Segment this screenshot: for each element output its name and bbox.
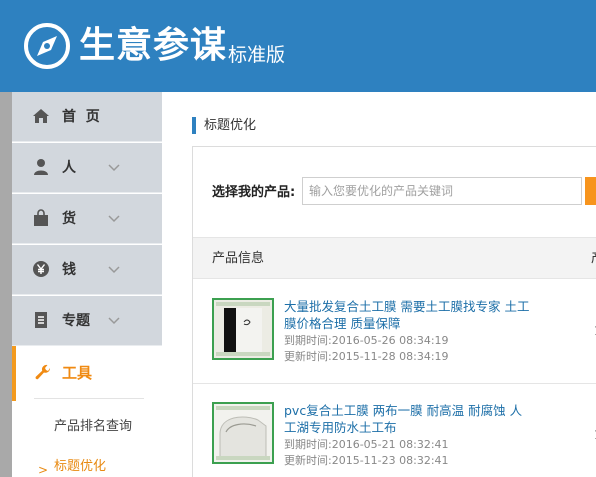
left-edge-strip [0,92,12,477]
sidebar: 首 页 人 货 钱 专题 工具 产品排名查询 > 标题优化 [12,92,162,477]
person-icon [34,159,48,175]
document-icon [35,312,47,328]
divider [34,398,144,399]
sidebar-item-people[interactable]: 人 [12,143,162,193]
subnav-title-optimization[interactable]: 标题优化 [54,458,106,476]
bag-icon [34,209,48,226]
chevron-down-icon [108,164,120,172]
product-image [214,404,272,462]
brand-title: 生意参谋 [79,25,228,66]
product-thumbnail[interactable] [212,402,274,464]
wrench-icon [35,364,51,380]
sidebar-item-label: 钱 [62,262,76,278]
product-title-link[interactable]: 大量批发复合土工膜 需要土工膜找专家 土工膜价格合理 质量保障 [284,298,534,332]
main-content: 标题优化 选择我的产品: 产品信息 产 大量批发复合土工膜 需要土工膜找专家 土… [162,92,596,477]
sidebar-item-label: 首 页 [62,109,100,125]
sidebar-item-label: 专题 [62,313,90,329]
expire-time: 到期时间:2016-05-21 08:32:41 [284,438,449,451]
sidebar-item-money[interactable]: 钱 [12,245,162,295]
product-select-label: 选择我的产品: [212,185,296,200]
expire-time: 到期时间:2016-05-26 08:34:19 [284,334,449,347]
chevron-down-icon [108,215,120,223]
sidebar-item-label: 工具 [62,364,93,382]
sidebar-item-label: 人 [62,160,76,176]
table-row: 大量批发复合土工膜 需要土工膜找专家 土工膜价格合理 质量保障 到期时间:201… [193,280,596,384]
chevron-right-icon: > [38,463,49,477]
table-row: pvc复合土工膜 两布一膜 耐高温 耐腐蚀 人工湖专用防水土工布 到期时间:20… [193,384,596,477]
update-time: 更新时间:2015-11-23 08:32:41 [284,454,449,467]
yen-icon [33,261,49,277]
section-accent-bar [192,117,196,134]
home-icon [33,109,49,123]
page-title: 标题优化 [204,118,257,133]
product-image [214,300,272,358]
sidebar-item-tools[interactable]: 工具 [12,346,162,401]
product-keyword-input[interactable] [302,177,582,205]
sidebar-item-label: 货 [62,211,76,227]
column-header-product: 产品信息 [212,251,265,266]
chevron-down-icon [108,317,120,325]
optimization-panel: 选择我的产品: 产品信息 产 大量批发复合土工膜 需要土工膜找专家 土工膜价格合… [192,146,596,477]
sidebar-item-topics[interactable]: 专题 [12,296,162,346]
update-time: 更新时间:2015-11-28 08:34:19 [284,350,449,363]
chevron-down-icon [108,266,120,274]
brand-edition: 标准版 [228,44,286,66]
sidebar-item-home[interactable]: 首 页 [12,92,162,142]
search-button[interactable] [585,177,596,205]
product-title-link[interactable]: pvc复合土工膜 两布一膜 耐高温 耐腐蚀 人工湖专用防水土工布 [284,402,534,436]
app-header: 生意参谋 标准版 [0,0,596,92]
subnav-product-ranking[interactable]: 产品排名查询 [54,418,132,436]
product-thumbnail[interactable] [212,298,274,360]
sidebar-item-goods[interactable]: 货 [12,194,162,244]
table-header: 产品信息 产 [193,237,596,279]
column-header-truncated: 产 [591,250,596,268]
compass-logo-icon [24,23,70,69]
